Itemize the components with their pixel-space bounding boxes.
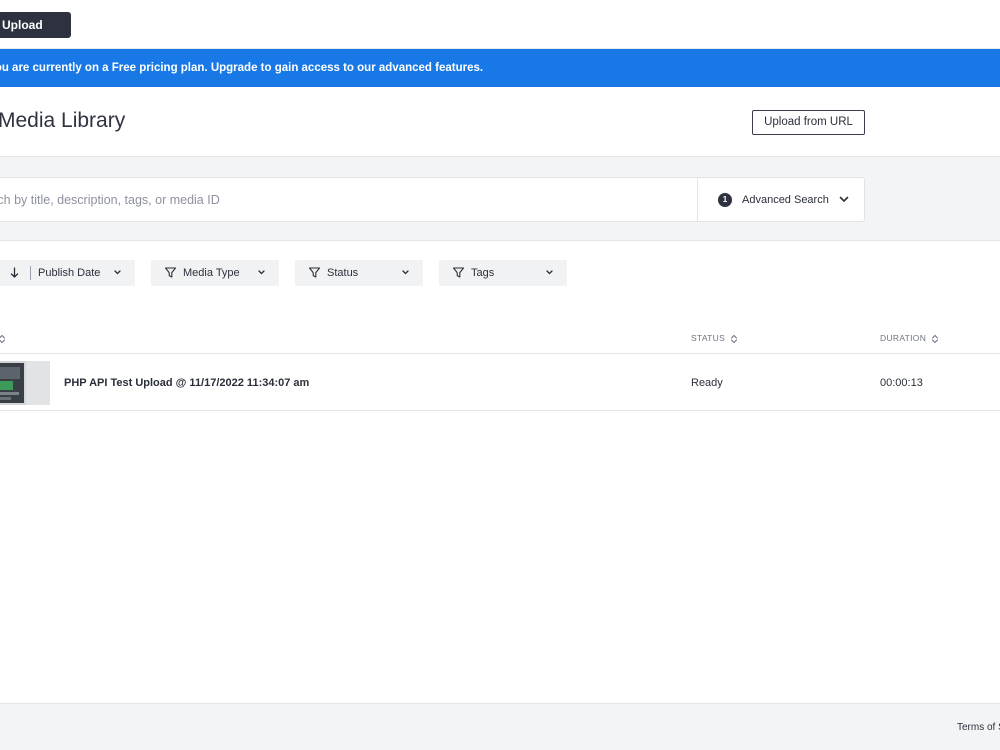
arrow-down-icon: [10, 267, 19, 278]
tags-filter[interactable]: Tags: [439, 260, 567, 286]
chevron-down-icon: [839, 196, 849, 202]
filter-icon: [164, 267, 177, 278]
advanced-search-label: Advanced Search: [742, 194, 829, 206]
filter-icon: [452, 267, 465, 278]
search-box: 1 Advanced Search: [0, 177, 865, 222]
upload-button[interactable]: Upload: [0, 12, 71, 38]
video-thumbnail-image: [0, 361, 50, 405]
status-filter-label: Status: [327, 267, 359, 279]
search-input[interactable]: [0, 178, 697, 221]
duration-column-label: DURATION: [880, 333, 927, 343]
sort-arrows-icon: [0, 334, 6, 343]
media-type-filter[interactable]: Media Type: [151, 260, 279, 286]
media-thumbnail[interactable]: [0, 361, 50, 405]
advanced-search-button[interactable]: 1 Advanced Search: [698, 178, 864, 221]
sort-label: Publish Date: [38, 267, 101, 279]
terms-of-service-link[interactable]: Terms of Service: [957, 722, 1000, 733]
sort-dropdown[interactable]: Publish Date: [0, 260, 135, 286]
media-library-page: Upload You are currently on a Free prici…: [0, 0, 1000, 750]
top-bar: Upload: [0, 0, 1000, 49]
title-sort-control[interactable]: [0, 333, 6, 344]
banner-text: You are currently on a Free pricing plan…: [0, 62, 484, 74]
chevron-down-icon: [402, 270, 409, 275]
table-row[interactable]: PHP API Test Upload @ 11/17/2022 11:34:0…: [0, 355, 1000, 411]
duration-column-header[interactable]: DURATION: [880, 333, 939, 344]
footer: Terms of Service: [0, 703, 1000, 750]
page-header: Media Library Upload from URL: [0, 87, 1000, 157]
status-column-label: STATUS: [691, 333, 726, 343]
status-column-header[interactable]: STATUS: [691, 333, 738, 344]
pricing-plan-banner: You are currently on a Free pricing plan…: [0, 49, 1000, 87]
tags-filter-label: Tags: [471, 267, 495, 279]
upload-from-url-button[interactable]: Upload from URL: [752, 110, 865, 135]
sort-separator: [30, 266, 31, 280]
chevron-down-icon: [546, 270, 553, 275]
media-duration: 00:00:13: [880, 377, 923, 389]
media-title-link[interactable]: PHP API Test Upload @ 11/17/2022 11:34:0…: [64, 377, 309, 389]
page-title: Media Library: [0, 109, 126, 132]
filter-icon: [308, 267, 321, 278]
advanced-search-count-badge: 1: [718, 193, 732, 207]
status-filter[interactable]: Status: [295, 260, 423, 286]
media-type-label: Media Type: [183, 267, 240, 279]
search-section: 1 Advanced Search: [0, 157, 1000, 241]
table-header: STATUS DURATION: [0, 324, 1000, 354]
chevron-down-icon: [258, 270, 265, 275]
filter-bar: Publish Date Media Type Status Tags: [0, 241, 1000, 301]
sort-arrows-icon: [931, 334, 938, 343]
media-status: Ready: [691, 377, 723, 389]
sort-arrows-icon: [730, 334, 737, 343]
chevron-down-icon: [114, 270, 121, 275]
